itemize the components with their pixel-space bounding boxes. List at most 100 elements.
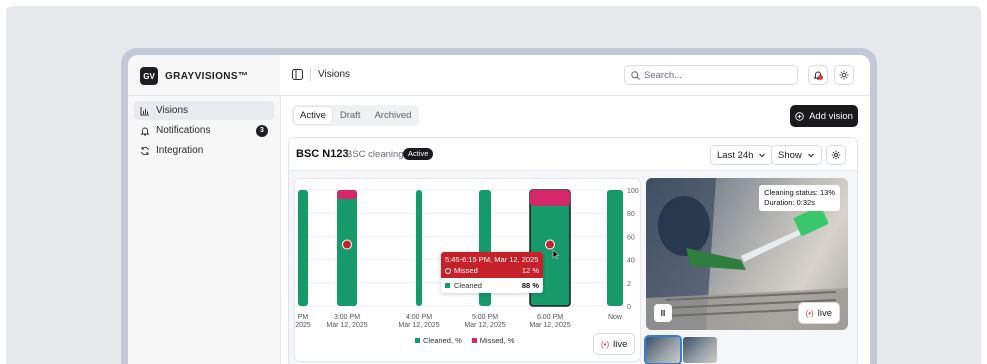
sidebar-item-label: Notifications: [156, 125, 211, 136]
sidebar-item-notifications[interactable]: Notifications 3: [134, 121, 274, 140]
chart-live-button[interactable]: (•) live: [593, 333, 636, 355]
top-bar: Visions Search...: [280, 55, 870, 96]
live-label: live: [613, 338, 628, 350]
breadcrumb: Visions: [318, 69, 351, 80]
cleaning-status-text: Cleaning status: 13%: [764, 188, 835, 197]
tab-active[interactable]: Active: [294, 107, 332, 124]
time-range-value: Last 24h: [717, 149, 754, 161]
add-vision-button[interactable]: Add vision: [790, 105, 858, 127]
video-live-button[interactable]: (•) live: [797, 302, 840, 324]
x-tick-label: 3:00 PM: [334, 314, 360, 321]
refresh-icon: [141, 146, 149, 155]
unread-dot: [818, 75, 823, 80]
bar-missed: [530, 190, 570, 206]
app-screen: GV GRAYVISIONS™ Visions Notifications 3: [128, 55, 870, 364]
tooltip-missed-label: Missed: [454, 266, 478, 275]
sidebar-item-integration[interactable]: Integration: [134, 141, 274, 160]
tooltip-cleaned-label: Cleaned: [454, 281, 482, 290]
status-badge: Active: [403, 148, 434, 160]
sidebar-item-label: Visions: [156, 105, 189, 116]
y-tick-label: 80: [627, 211, 635, 218]
y-tick-label: 40: [627, 258, 635, 265]
cleaning-chart: 100 80 60 40 2 0 PM 2025 3:00 PM Mar 12, 2025 4:00…: [294, 178, 641, 362]
duration-text: Duration: 0:32s: [764, 198, 815, 207]
camera-thumbnail-1[interactable]: [646, 337, 680, 363]
plus-circle-icon: [795, 111, 804, 121]
tooltip-time: 5:45-6:15 PM, Mar 12, 2025: [445, 255, 539, 264]
sidebar-item-label: Integration: [156, 145, 204, 156]
bar-cleaned: [416, 190, 422, 306]
sidebar-nav: Visions Notifications 3 Integration: [134, 101, 274, 161]
camera-thumbnail-2[interactable]: [683, 337, 717, 363]
tooltip-header: 5:45-6:15 PM, Mar 12, 2025 Missed 12 %: [441, 252, 543, 278]
theme-toggle-button[interactable]: [834, 65, 854, 85]
legend-item-cleaned[interactable]: Cleaned, %: [415, 336, 462, 345]
gear-icon: [831, 150, 841, 160]
missed-marker-icon: [342, 239, 352, 250]
sidebar: GV GRAYVISIONS™ Visions Notifications 3: [128, 55, 281, 364]
card-header: BSC N123 BSC cleaning Active Last 24h Sh…: [289, 138, 857, 171]
sun-icon: [839, 70, 849, 80]
tab-archived[interactable]: Archived: [368, 107, 417, 124]
tooltip-cleaned-value: 88 %: [521, 281, 539, 290]
x-tick-label: Now: [608, 314, 623, 321]
vision-subtitle: BSC cleaning: [346, 149, 404, 160]
bar-chart-icon: [140, 106, 149, 115]
x-tick-label: Mar 12, 2025: [464, 322, 505, 329]
cleaned-swatch: [445, 283, 450, 288]
camera-thumbnails: [646, 337, 717, 363]
y-tick-label: 100: [627, 188, 639, 195]
y-tick-label: 0: [627, 304, 631, 311]
y-tick-label: 60: [627, 234, 635, 241]
notifications-button[interactable]: [808, 65, 828, 85]
search-input[interactable]: Search...: [624, 65, 798, 85]
live-broadcast-icon: (•): [805, 308, 814, 318]
x-tick-label: 4:00 PM: [406, 314, 432, 321]
settings-button[interactable]: [826, 145, 846, 165]
x-tick-label: Mar 12, 2025: [529, 322, 570, 329]
x-tick-label: PM: [298, 314, 309, 321]
logo-icon: GV: [140, 67, 158, 85]
vision-status-tabs: Active Draft Archived: [292, 105, 420, 126]
x-tick-label: 5:00 PM: [472, 314, 498, 321]
sidebar-toggle-icon[interactable]: [292, 69, 303, 80]
pause-button[interactable]: II: [654, 304, 672, 322]
page-background: GV GRAYVISIONS™ Visions Notifications 3: [6, 6, 981, 364]
live-broadcast-icon: (•): [601, 339, 610, 349]
tooltip-cleaned-row: Cleaned 88 %: [441, 278, 543, 293]
show-dropdown[interactable]: Show: [771, 145, 822, 165]
legend-swatch: [415, 338, 420, 343]
x-tick-label: 6:00 PM: [537, 314, 563, 321]
divider: [128, 95, 280, 96]
search-icon: [631, 70, 640, 80]
brand[interactable]: GV GRAYVISIONS™: [140, 67, 248, 85]
missed-icon: [445, 268, 451, 274]
tooltip-missed-value: 12 %: [521, 266, 539, 275]
tab-draft[interactable]: Draft: [334, 107, 367, 124]
camera-feed[interactable]: Cleaning status: 13% Duration: 0:32s II …: [646, 178, 848, 330]
legend-item-missed[interactable]: Missed, %: [471, 336, 514, 345]
tooltip-missed-row: Missed 12 %: [445, 266, 539, 275]
x-tick-label: 2025: [295, 322, 311, 329]
time-range-dropdown[interactable]: Last 24h: [710, 145, 774, 165]
x-tick-label: Mar 12, 2025: [398, 322, 439, 329]
cleaning-status-overlay: Cleaning status: 13% Duration: 0:32s: [759, 185, 840, 211]
vision-card: BSC N123 BSC cleaning Active Last 24h Sh…: [288, 137, 858, 364]
divider: [310, 68, 311, 81]
missed-marker-icon: [545, 239, 555, 250]
sidebar-item-visions[interactable]: Visions: [134, 101, 274, 120]
x-tick-label: Mar 12, 2025: [326, 322, 367, 329]
chevron-down-icon: [807, 153, 814, 158]
add-vision-label: Add vision: [809, 110, 853, 122]
chevron-down-icon: [759, 153, 766, 158]
legend-swatch: [471, 338, 477, 343]
bell-icon: [140, 127, 150, 135]
bar-missed: [337, 190, 357, 199]
legend-label: Cleaned, %: [423, 336, 462, 345]
bar-cleaned: [298, 190, 308, 306]
show-value: Show: [778, 149, 802, 161]
chart-tooltip: 5:45-6:15 PM, Mar 12, 2025 Missed 12 % C…: [441, 252, 543, 293]
chart-legend: Cleaned, % Missed, %: [415, 336, 514, 345]
search-placeholder: Search...: [644, 69, 683, 81]
brand-name: GRAYVISIONS™: [165, 70, 249, 82]
